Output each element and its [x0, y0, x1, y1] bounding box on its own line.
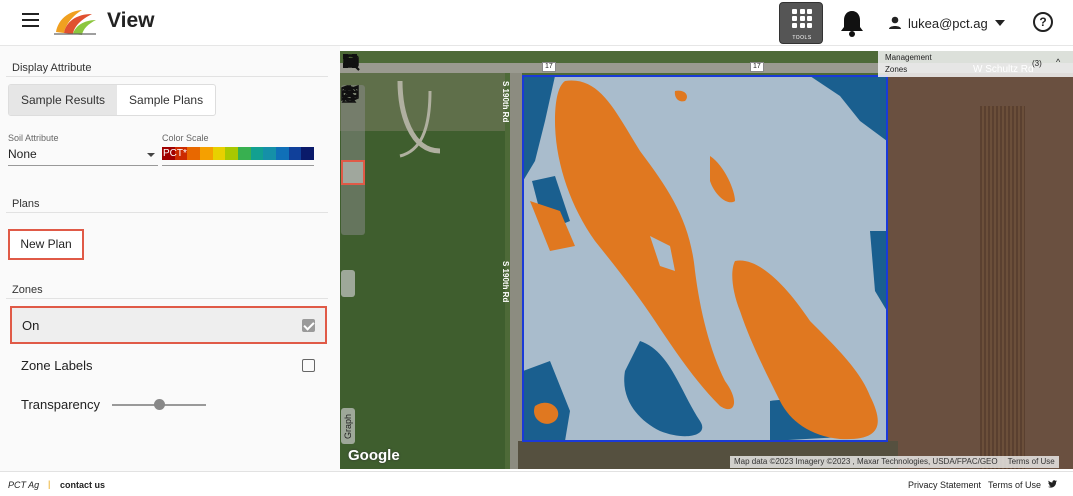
color-swatch: [187, 147, 201, 160]
user-menu[interactable]: lukea@pct.ag: [888, 14, 1005, 32]
zone-count: (3): [1032, 59, 1042, 68]
user-icon: [889, 16, 901, 29]
terrain-icon[interactable]: [341, 87, 365, 135]
help-icon[interactable]: ?: [1033, 12, 1053, 32]
map-attribution: Map data ©2023 Imagery ©2023 , Maxar Tec…: [730, 456, 1059, 468]
sampler-icon[interactable]: [341, 86, 365, 210]
fit-extent-icon[interactable]: [343, 54, 414, 73]
graph-tab[interactable]: Graph: [341, 408, 355, 444]
soil-attribute-select[interactable]: None: [8, 147, 158, 166]
footer: PCT Ag | contact us Privacy Statement Te…: [0, 471, 1073, 496]
map-toolbar: [343, 54, 466, 73]
road-label: W Schultz Rd: [973, 64, 1034, 75]
camera-icon[interactable]: [343, 54, 466, 73]
sidebar: Display Attribute Sample Results Sample …: [0, 46, 340, 471]
contact-link[interactable]: contact us: [60, 480, 105, 490]
zone-labels-checkbox[interactable]: [302, 359, 315, 372]
display-attribute-tabs: Sample Results Sample Plans: [8, 84, 217, 116]
color-scale-select[interactable]: PCT*: [162, 147, 315, 166]
satellite-imagery: [340, 51, 1073, 469]
color-scale-value: PCT*: [163, 148, 187, 159]
zone-labels-label: Zone Labels: [21, 358, 93, 373]
road-shield: 17: [542, 62, 556, 72]
color-swatch: [238, 147, 251, 160]
top-bar: View TOOLS lukea@pct.ag ?: [0, 0, 1073, 46]
color-swatch: [212, 147, 226, 160]
slider-thumb[interactable]: [154, 399, 165, 410]
app-logo: [54, 10, 96, 35]
soil-icon[interactable]: S: [341, 85, 365, 160]
caret-down-icon: [147, 153, 155, 157]
page-title: View: [107, 9, 155, 32]
road-label: S 190th Rd: [501, 81, 510, 123]
caret-down-icon: [994, 20, 1005, 26]
soil-attribute-value: None: [8, 147, 37, 161]
layer-toolbar: S: [341, 85, 365, 235]
new-plan-button[interactable]: New Plan: [8, 229, 84, 260]
tools-button[interactable]: TOOLS: [779, 2, 823, 44]
divider: [6, 298, 328, 299]
road-shield: 17: [750, 62, 764, 72]
drag-handle[interactable]: [341, 270, 355, 297]
plans-label: Plans: [12, 198, 40, 210]
divider: [6, 212, 328, 213]
zoom-in-icon[interactable]: [343, 54, 388, 73]
user-email: lukea@pct.ag: [908, 15, 988, 31]
bell-icon[interactable]: [838, 8, 866, 38]
management-zones-label: Zones: [885, 65, 908, 74]
color-swatch: [225, 147, 239, 160]
color-swatch: [276, 147, 289, 160]
briefcase-icon[interactable]: [344, 54, 440, 73]
color-swatch: [250, 147, 264, 160]
attribution-text: Map data ©2023 Imagery ©2023 , Maxar Tec…: [734, 457, 998, 466]
color-swatch: [200, 147, 213, 160]
grid-icon: [792, 9, 812, 28]
management-zones-label: Management: [885, 53, 932, 62]
zones-on-toggle[interactable]: On: [10, 306, 327, 344]
tab-sample-results[interactable]: Sample Results: [9, 85, 118, 115]
terms-link[interactable]: Terms of Use: [988, 480, 1041, 490]
google-logo: Google: [348, 447, 400, 464]
display-attribute-label: Display Attribute: [12, 62, 92, 74]
flask-icon[interactable]: [341, 85, 365, 185]
zones-on-label: On: [22, 318, 40, 333]
map-terms-link[interactable]: Terms of Use: [1008, 456, 1055, 468]
twitter-icon[interactable]: [1048, 480, 1057, 488]
transparency-label: Transparency: [21, 397, 100, 412]
zones-label: Zones: [12, 284, 43, 296]
management-zones-panel[interactable]: Management Zones W Schultz Rd (3) ^: [878, 51, 1073, 77]
color-swatch: [301, 147, 315, 160]
footer-separator: |: [48, 479, 51, 489]
chevron-up-icon[interactable]: ^: [1056, 57, 1060, 67]
soil-attribute-label: Soil Attribute: [8, 133, 59, 143]
color-swatch: [263, 147, 277, 160]
zones-on-checkbox[interactable]: [302, 319, 315, 332]
divider: [6, 76, 328, 77]
transparency-slider[interactable]: [112, 399, 206, 410]
road-label: S 190th Rd: [501, 261, 510, 303]
footer-brand: PCT Ag: [8, 480, 40, 490]
menu-icon[interactable]: [22, 13, 39, 27]
tab-sample-plans[interactable]: Sample Plans: [117, 85, 215, 115]
tools-label: TOOLS: [792, 35, 812, 41]
color-scale-label: Color Scale: [162, 133, 209, 143]
color-swatch: [288, 147, 302, 160]
target-icon[interactable]: [341, 86, 365, 235]
privacy-link[interactable]: Privacy Statement: [908, 480, 981, 490]
map-view[interactable]: S 190th Rd S 190th Rd 17 17 S: [340, 51, 1073, 469]
